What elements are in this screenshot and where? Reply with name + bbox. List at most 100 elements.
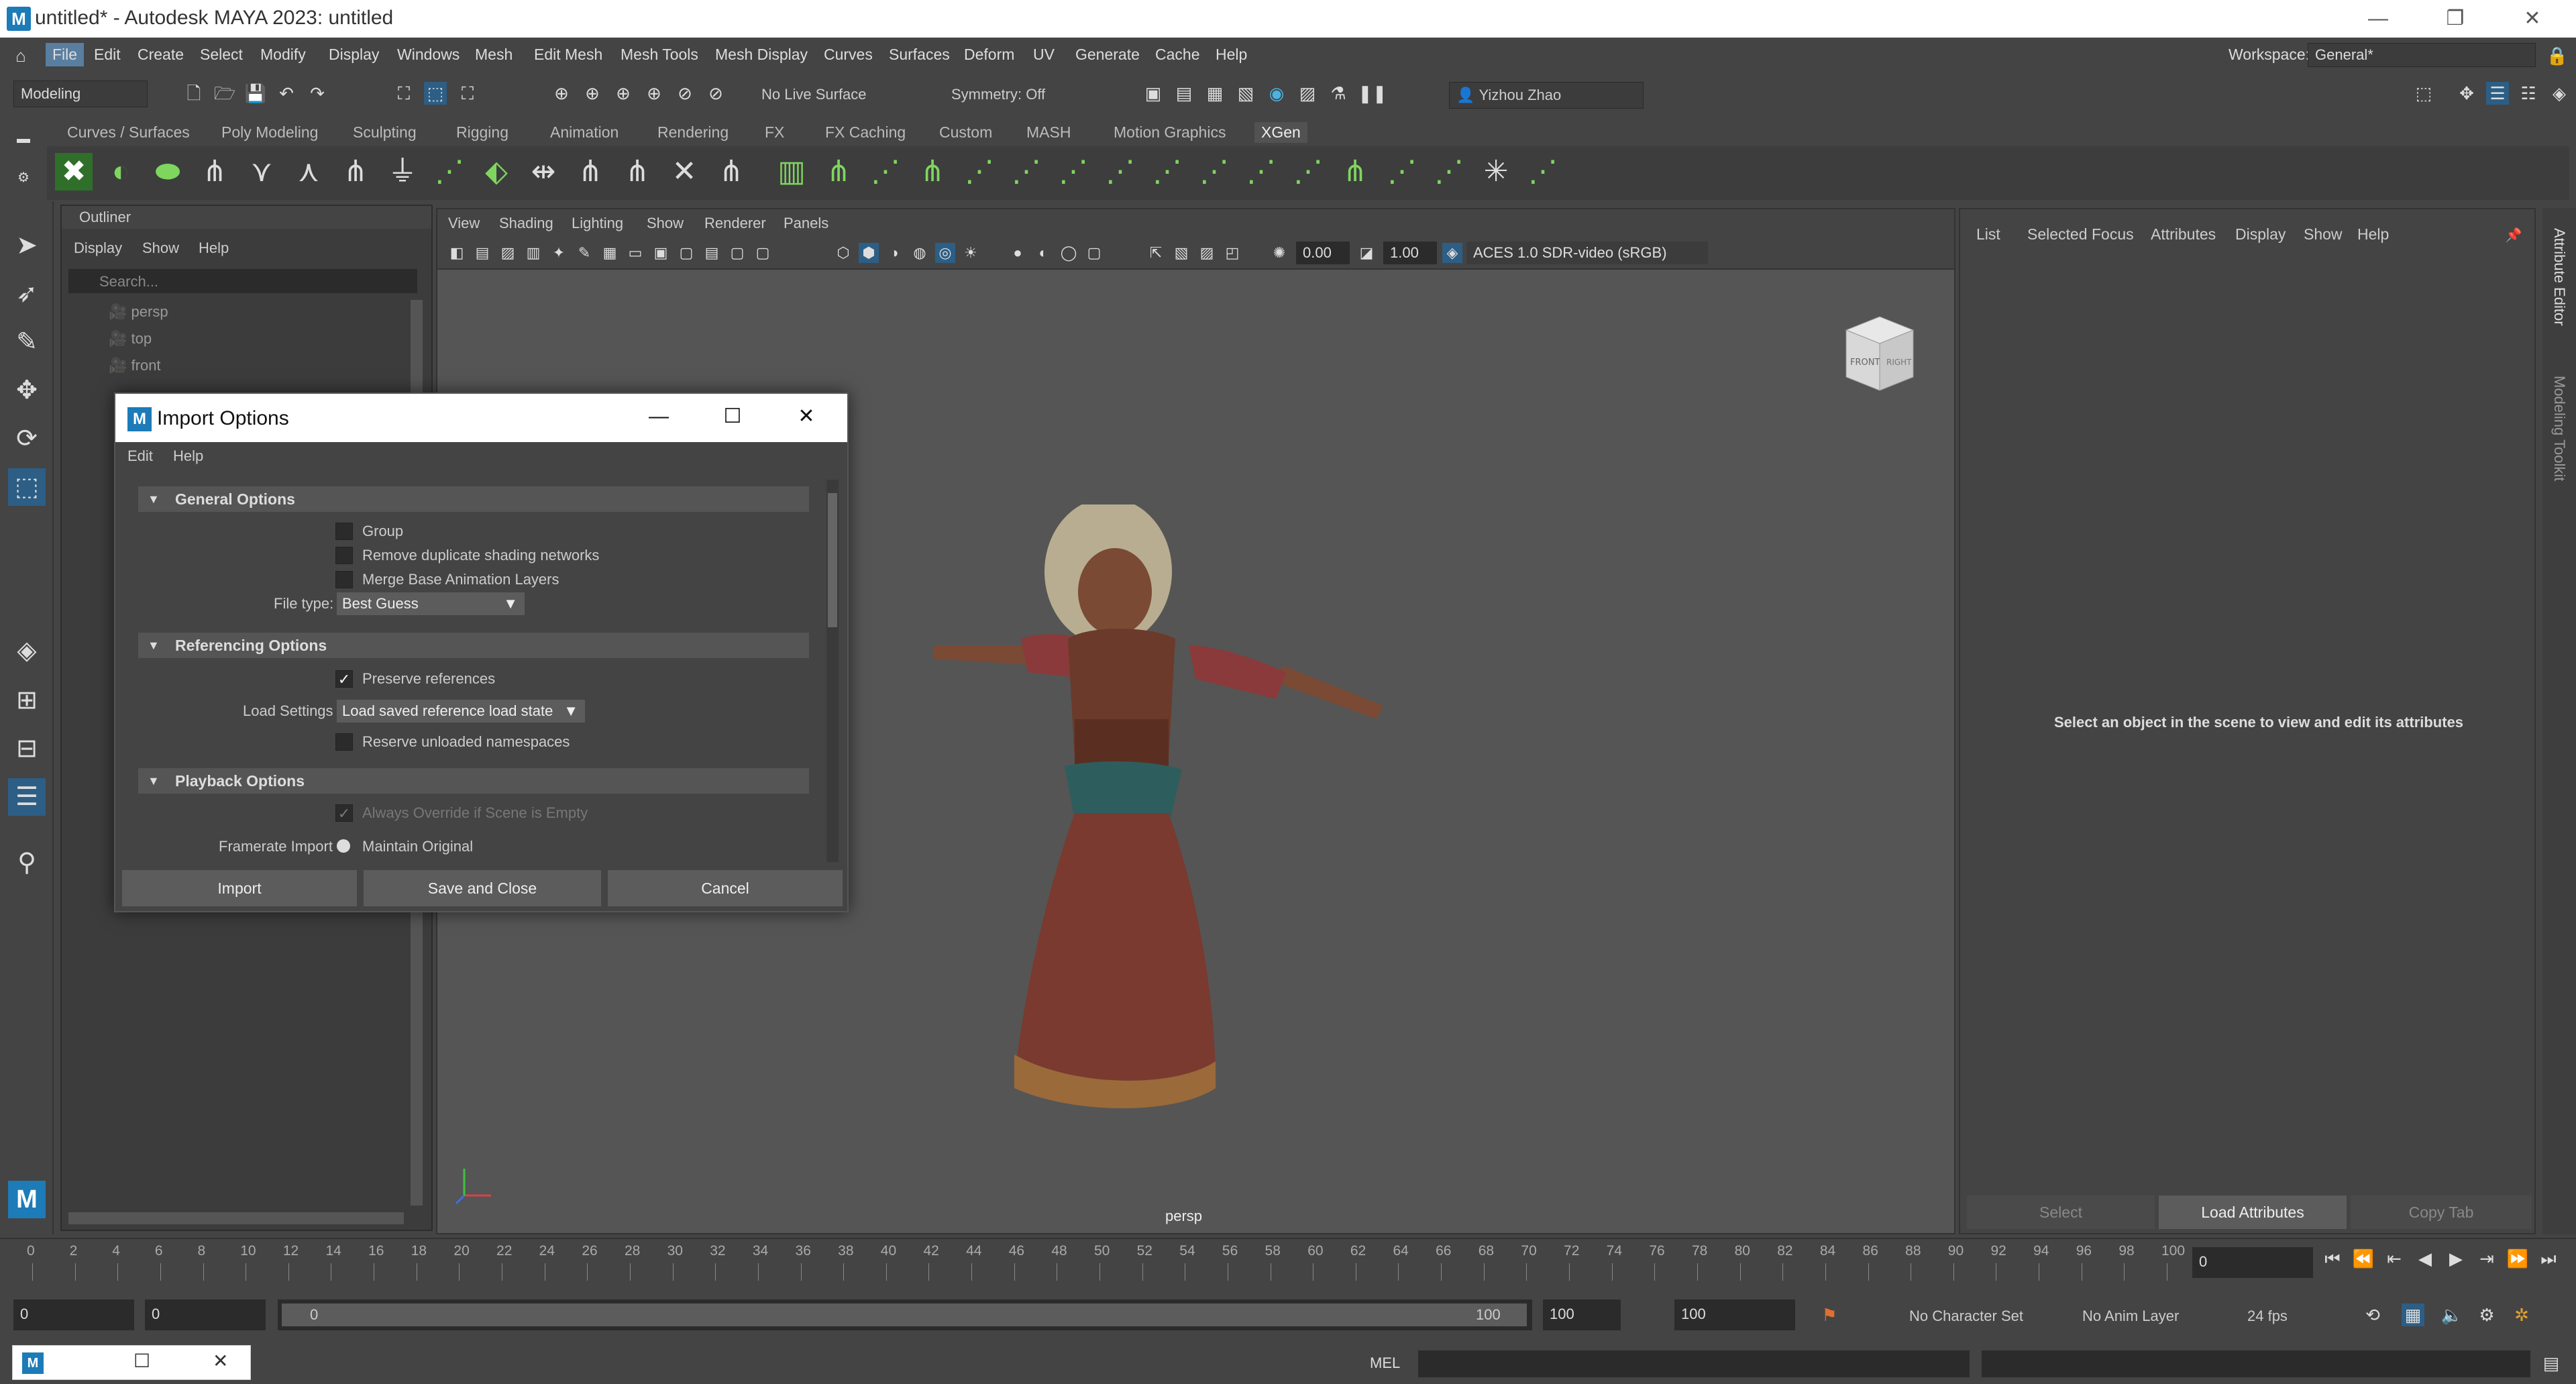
resolution-gate-icon[interactable]: ▣ bbox=[651, 243, 671, 263]
shelf-tab-motion-graphics[interactable]: Motion Graphics bbox=[1107, 122, 1232, 143]
preserve-references-checkbox[interactable]: ✓ bbox=[335, 670, 353, 688]
shelf-menu-icon[interactable]: ▬ bbox=[12, 127, 35, 150]
scene-start-field[interactable]: 0 bbox=[13, 1299, 134, 1330]
safe-action-icon[interactable]: ▢ bbox=[727, 243, 747, 263]
snap-view-icon[interactable]: ⊘ bbox=[674, 82, 696, 105]
render-ipr-icon[interactable]: ▦ bbox=[1203, 82, 1226, 105]
gamma-field[interactable]: 1.00 bbox=[1383, 242, 1437, 264]
xgen-grid-icon[interactable]: ⬖ bbox=[478, 153, 515, 191]
anti-aliasing-icon[interactable]: ◯ bbox=[1059, 243, 1079, 263]
xgen-tool-i-icon[interactable]: ⋰ bbox=[1195, 153, 1233, 191]
command-input[interactable] bbox=[1418, 1350, 1970, 1377]
outliner-row-persp[interactable]: 🎥 persp bbox=[109, 300, 168, 324]
2d-pan-icon[interactable]: ✦ bbox=[549, 243, 569, 263]
taskbar-window-preview[interactable]: M ☐ ✕ bbox=[12, 1345, 251, 1380]
shelf-tab-custom[interactable]: Custom bbox=[932, 122, 999, 143]
menu-mesh[interactable]: Mesh bbox=[475, 46, 513, 64]
color-space-select[interactable]: ACES 1.0 SDR-video (sRGB) bbox=[1466, 242, 1708, 264]
xray-icon[interactable]: ▧ bbox=[1171, 243, 1191, 263]
playback-start-field[interactable]: 0 bbox=[145, 1299, 266, 1330]
viewport-menu-panels[interactable]: Panels bbox=[784, 215, 828, 232]
menu-modify[interactable]: Modify bbox=[260, 46, 306, 64]
viewport-menu-renderer[interactable]: Renderer bbox=[704, 215, 766, 232]
xgen-tool-n-icon[interactable]: ⋰ bbox=[1430, 153, 1468, 191]
ae-menu-display[interactable]: Display bbox=[2235, 225, 2286, 244]
select-hierarchy-icon[interactable]: ⛶ bbox=[392, 82, 415, 105]
viewport-menu-view[interactable]: View bbox=[448, 215, 480, 232]
shelf-tab-fx[interactable]: FX bbox=[758, 122, 791, 143]
xgen-sculpt-guide-icon[interactable]: ⋏ bbox=[290, 153, 327, 191]
render-icon[interactable]: ▣ bbox=[1142, 82, 1165, 105]
shelf-tab-mash[interactable]: MASH bbox=[1020, 122, 1077, 143]
outliner-menu-show[interactable]: Show bbox=[142, 239, 179, 257]
ae-menu-list[interactable]: List bbox=[1976, 225, 2000, 244]
playback-options-section[interactable]: ▼ Playback Options bbox=[138, 768, 809, 794]
close-button[interactable]: ✕ bbox=[2506, 4, 2559, 34]
restore-button[interactable]: ❐ bbox=[2428, 4, 2482, 34]
wireframe-icon[interactable]: ⬡ bbox=[833, 243, 853, 263]
dialog-scrollbar[interactable] bbox=[826, 480, 839, 862]
side-tab-attribute-editor[interactable]: Attribute Editor bbox=[2551, 228, 2568, 326]
xgen-cut-icon[interactable]: ⋔ bbox=[572, 153, 609, 191]
cache-playback-icon[interactable]: ▦ bbox=[2402, 1303, 2424, 1326]
xgen-tool-b-icon[interactable]: ⋰ bbox=[867, 153, 904, 191]
step-back-key-icon[interactable]: ⏪ bbox=[2352, 1247, 2375, 1270]
xgen-lock-icon[interactable]: ⏚ bbox=[384, 153, 421, 191]
xgen-interactive-groom-icon[interactable]: ⬬ bbox=[149, 153, 186, 191]
color-management-icon[interactable]: ◈ bbox=[1442, 243, 1462, 263]
gamma-icon[interactable]: ◪ bbox=[1356, 243, 1377, 263]
minimize-button[interactable]: — bbox=[2351, 4, 2405, 34]
xray-components-icon[interactable]: ◰ bbox=[1222, 243, 1242, 263]
outliner-layout-icon[interactable]: ☰ bbox=[8, 778, 46, 816]
dialog-maximize-button[interactable]: ☐ bbox=[712, 402, 753, 431]
fps-select[interactable]: 24 fps bbox=[2247, 1308, 2288, 1325]
camera-select-icon[interactable]: ◧ bbox=[447, 243, 467, 263]
range-slider-handle[interactable] bbox=[282, 1303, 1527, 1326]
xgen-preview-icon[interactable]: ▥ bbox=[773, 153, 810, 191]
maya-home-icon[interactable]: M bbox=[8, 1181, 46, 1218]
ae-load-attributes-button[interactable]: Load Attributes bbox=[2159, 1195, 2347, 1229]
safe-title-icon[interactable]: ▢ bbox=[753, 243, 773, 263]
xgen-tool-g-icon[interactable]: ⋰ bbox=[1102, 153, 1139, 191]
live-surface-label[interactable]: No Live Surface bbox=[761, 86, 867, 103]
outliner-menu-display[interactable]: Display bbox=[74, 239, 122, 257]
menu-mesh-display[interactable]: Mesh Display bbox=[715, 46, 808, 64]
menu-create[interactable]: Create bbox=[138, 46, 184, 64]
scale-tool-icon[interactable]: ⬚ bbox=[8, 468, 46, 506]
viewport-menu-lighting[interactable]: Lighting bbox=[572, 215, 623, 232]
shelf-tab-animation[interactable]: Animation bbox=[543, 122, 625, 143]
xgen-tool-d-icon[interactable]: ⋰ bbox=[961, 153, 998, 191]
dialog-scroll-thumb[interactable] bbox=[828, 493, 837, 627]
character-model[interactable] bbox=[920, 498, 1403, 1162]
mode-select[interactable]: Modeling bbox=[13, 81, 148, 107]
xgen-create-description-icon[interactable]: ◐ bbox=[102, 153, 140, 191]
four-view-layout-icon[interactable]: ⊞ bbox=[8, 682, 46, 719]
play-backwards-icon[interactable]: ◀ bbox=[2414, 1247, 2436, 1270]
referencing-options-section[interactable]: ▼ Referencing Options bbox=[138, 633, 809, 658]
camera-attributes-icon[interactable]: ▤ bbox=[472, 243, 492, 263]
shelf-tab-rendering[interactable]: Rendering bbox=[651, 122, 735, 143]
sound-icon[interactable]: 🔈 bbox=[2440, 1303, 2463, 1326]
film-gate-icon[interactable]: ▭ bbox=[625, 243, 645, 263]
step-forward-key-icon[interactable]: ⏩ bbox=[2506, 1247, 2529, 1270]
pause-icon[interactable]: ❚❚ bbox=[1358, 82, 1387, 105]
import-button[interactable]: Import bbox=[122, 870, 357, 906]
menu-uv[interactable]: UV bbox=[1033, 46, 1055, 64]
range-slider[interactable]: 0 100 bbox=[278, 1299, 1532, 1330]
dialog-close-button[interactable]: ✕ bbox=[786, 402, 826, 431]
ae-copy-tab-button[interactable]: Copy Tab bbox=[2351, 1195, 2532, 1229]
xgen-width-icon[interactable]: ⇹ bbox=[525, 153, 562, 191]
menu-edit[interactable]: Edit bbox=[94, 46, 121, 64]
ae-menu-focus[interactable]: Focus bbox=[2092, 225, 2134, 244]
side-tab-modeling-toolkit[interactable]: Modeling Toolkit bbox=[2551, 376, 2568, 481]
outliner-row-front[interactable]: 🎥 front bbox=[109, 354, 161, 378]
preview-close-icon[interactable]: ✕ bbox=[213, 1350, 228, 1372]
select-component-icon[interactable]: ⛶ bbox=[456, 82, 479, 105]
outliner-h-scrollbar[interactable] bbox=[68, 1212, 404, 1224]
load-settings-select[interactable]: Load saved reference load state ▼ bbox=[337, 700, 585, 723]
two-view-layout-icon[interactable]: ⊟ bbox=[8, 730, 46, 767]
snap-curve-icon[interactable]: ⊕ bbox=[581, 82, 604, 105]
playback-settings-icon[interactable]: ⚙ bbox=[2475, 1303, 2498, 1326]
menu-file[interactable]: File bbox=[46, 43, 85, 66]
render-settings-icon[interactable]: ▧ bbox=[1234, 82, 1257, 105]
